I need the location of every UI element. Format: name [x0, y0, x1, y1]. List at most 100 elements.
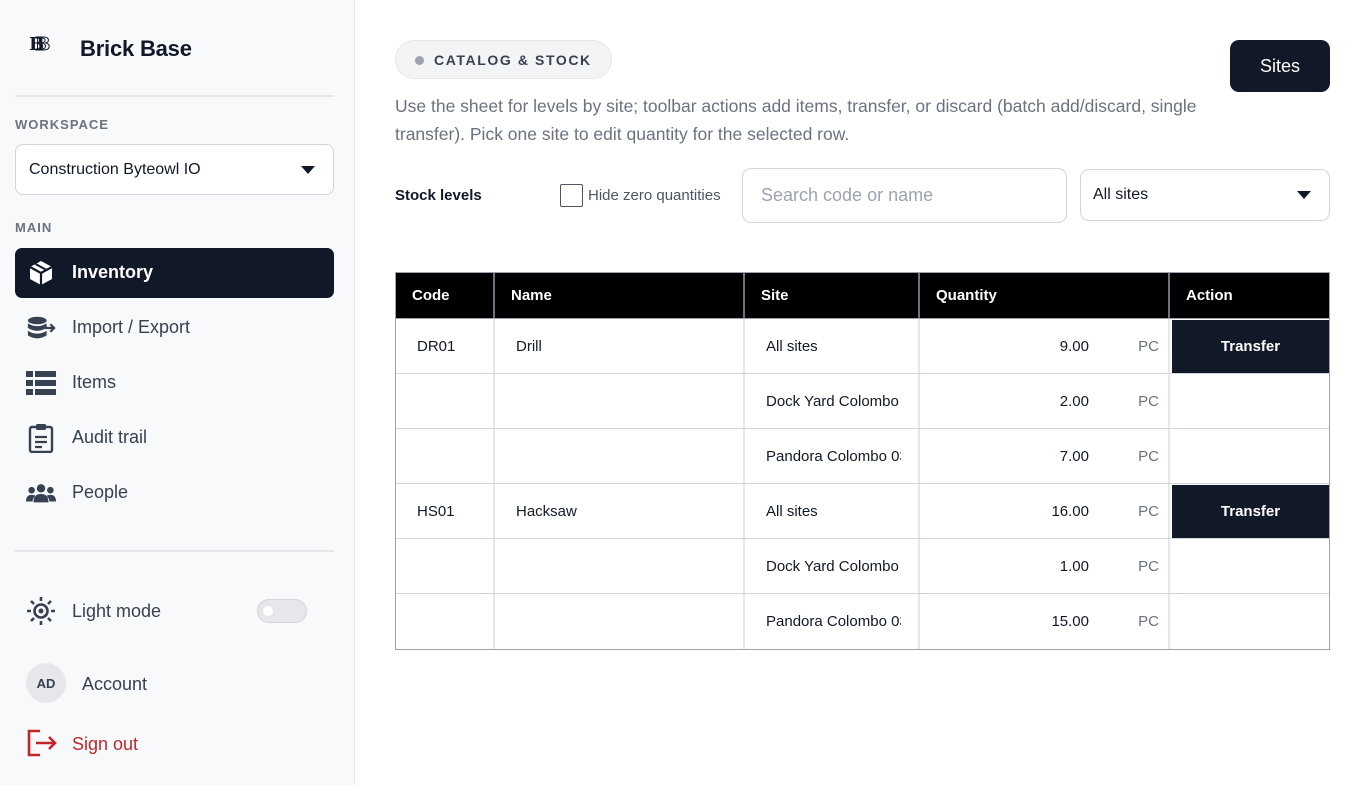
- cell-action: Transfer: [1170, 484, 1329, 538]
- table-row[interactable]: Pandora Colombo 03 15.00 PC: [396, 594, 1329, 649]
- light-mode-row: Light mode: [15, 590, 334, 632]
- section-chip: CATALOG & STOCK: [395, 40, 612, 79]
- cell-site-text: Pandora Colombo 03: [766, 613, 901, 630]
- quantity-value: 9.00: [1059, 338, 1089, 355]
- quantity-unit: PC: [1138, 393, 1159, 410]
- cell-quantity[interactable]: 1.00 PC: [920, 539, 1170, 593]
- main-section-label: MAIN: [15, 220, 53, 235]
- workspace-select[interactable]: Construction Byteowl IO: [15, 144, 334, 195]
- cell-quantity[interactable]: 16.00 PC: [920, 484, 1170, 538]
- cell-action: [1170, 539, 1329, 593]
- column-header-site[interactable]: Site: [745, 273, 920, 318]
- brick-base-logo-icon: BB: [28, 30, 54, 56]
- sidebar-item-people[interactable]: People: [15, 468, 334, 518]
- sidebar-item-audit-trail[interactable]: Audit trail: [15, 413, 334, 463]
- quantity-value: 1.00: [1059, 558, 1089, 575]
- cell-site: Dock Yard Colombo: [745, 374, 920, 428]
- brand[interactable]: BB Brick Base: [28, 30, 192, 62]
- account-link[interactable]: AD Account: [15, 662, 334, 704]
- section-chip-label: CATALOG & STOCK: [434, 51, 592, 68]
- quantity-unit: PC: [1138, 338, 1159, 355]
- workspace-section-label: WORKSPACE: [15, 117, 109, 132]
- sidebar-divider: [15, 95, 334, 97]
- toggle-knob: [262, 605, 274, 617]
- caret-down-icon: [1297, 191, 1311, 199]
- cell-site-text: Dock Yard Colombo: [766, 557, 899, 575]
- light-mode-label: Light mode: [72, 601, 162, 621]
- cell-code: HS01: [396, 484, 495, 538]
- search-input[interactable]: [742, 168, 1067, 223]
- cell-site: Pandora Colombo 03: [745, 429, 920, 483]
- sidebar-item-label: Items: [72, 372, 117, 392]
- sites-button[interactable]: Sites: [1230, 40, 1330, 92]
- cell-code: [396, 594, 495, 649]
- stock-table: Code Name Site Quantity Action DR01 Dril…: [395, 272, 1330, 650]
- column-header-quantity[interactable]: Quantity: [920, 273, 1170, 318]
- avatar: AD: [26, 663, 66, 703]
- transfer-button[interactable]: Transfer: [1172, 485, 1329, 538]
- cell-code: DR01: [396, 319, 495, 373]
- sidebar-item-inventory[interactable]: Inventory: [15, 248, 334, 298]
- cube-icon: [26, 260, 56, 286]
- sidebar: BB Brick Base WORKSPACE Construction Byt…: [0, 0, 355, 785]
- database-export-icon: [26, 315, 56, 341]
- stock-levels-label: Stock levels: [395, 187, 482, 204]
- sign-out-label: Sign out: [72, 734, 139, 754]
- table-row[interactable]: HS01 Hacksaw All sites 16.00 PC Transfer: [396, 484, 1329, 539]
- quantity-unit: PC: [1138, 448, 1159, 465]
- light-mode-toggle[interactable]: [257, 599, 307, 623]
- cell-quantity[interactable]: 7.00 PC: [920, 429, 1170, 483]
- caret-down-icon: [301, 166, 315, 174]
- sidebar-item-label: Import / Export: [72, 317, 191, 337]
- sidebar-item-label: People: [72, 482, 129, 502]
- quantity-unit: PC: [1138, 558, 1159, 575]
- column-header-action: Action: [1186, 287, 1233, 304]
- hide-zero-checkbox[interactable]: [560, 184, 583, 207]
- chip-dot-icon: [415, 56, 424, 65]
- cell-name: [495, 594, 745, 649]
- people-icon: [26, 480, 56, 506]
- cell-action: Transfer: [1170, 319, 1329, 373]
- sidebar-item-items[interactable]: Items: [15, 358, 334, 408]
- hide-zero-label[interactable]: Hide zero quantities: [588, 187, 721, 204]
- transfer-button[interactable]: Transfer: [1172, 320, 1329, 373]
- quantity-value: 7.00: [1059, 448, 1089, 465]
- quantity-value: 2.00: [1059, 393, 1089, 410]
- cell-code: [396, 539, 495, 593]
- cell-name: [495, 539, 745, 593]
- table-row[interactable]: Dock Yard Colombo 2.00 PC: [396, 374, 1329, 429]
- sidebar-item-import-export[interactable]: Import / Export: [15, 303, 334, 353]
- cell-code: [396, 429, 495, 483]
- column-header-name[interactable]: Name: [495, 273, 745, 318]
- sun-icon: [26, 596, 56, 626]
- cell-quantity[interactable]: 15.00 PC: [920, 594, 1170, 649]
- cell-site: Dock Yard Colombo: [745, 539, 920, 593]
- account-label: Account: [82, 674, 148, 694]
- site-filter-select[interactable]: All sites: [1080, 169, 1330, 221]
- column-header-code[interactable]: Code: [396, 273, 495, 318]
- sidebar-item-label: Audit trail: [72, 427, 148, 447]
- brand-name: Brick Base: [80, 36, 192, 61]
- cell-site-text: Pandora Colombo 03: [766, 447, 901, 465]
- sign-out-icon: [26, 729, 58, 757]
- clipboard-icon: [26, 424, 56, 453]
- quantity-unit: PC: [1138, 503, 1159, 520]
- quantity-value: 15.00: [1051, 613, 1089, 630]
- cell-site-text: Dock Yard Colombo: [766, 392, 899, 410]
- cell-quantity[interactable]: 9.00 PC: [920, 319, 1170, 373]
- cell-name: [495, 429, 745, 483]
- cell-name: [495, 374, 745, 428]
- sign-out-link[interactable]: Sign out: [15, 724, 334, 762]
- sidebar-item-label: Inventory: [72, 262, 154, 282]
- cell-site: Pandora Colombo 03: [745, 594, 920, 649]
- table-row[interactable]: Dock Yard Colombo 1.00 PC: [396, 539, 1329, 594]
- cell-site-text: All sites: [766, 502, 818, 520]
- cell-quantity[interactable]: 2.00 PC: [920, 374, 1170, 428]
- cell-name: Hacksaw: [495, 484, 745, 538]
- quantity-unit: PC: [1138, 613, 1159, 630]
- table-row[interactable]: DR01 Drill All sites 9.00 PC Transfer: [396, 319, 1329, 374]
- cell-action: [1170, 429, 1329, 483]
- table-row[interactable]: Pandora Colombo 03 7.00 PC: [396, 429, 1329, 484]
- cell-site: All sites: [745, 319, 920, 373]
- cell-name: Drill: [495, 319, 745, 373]
